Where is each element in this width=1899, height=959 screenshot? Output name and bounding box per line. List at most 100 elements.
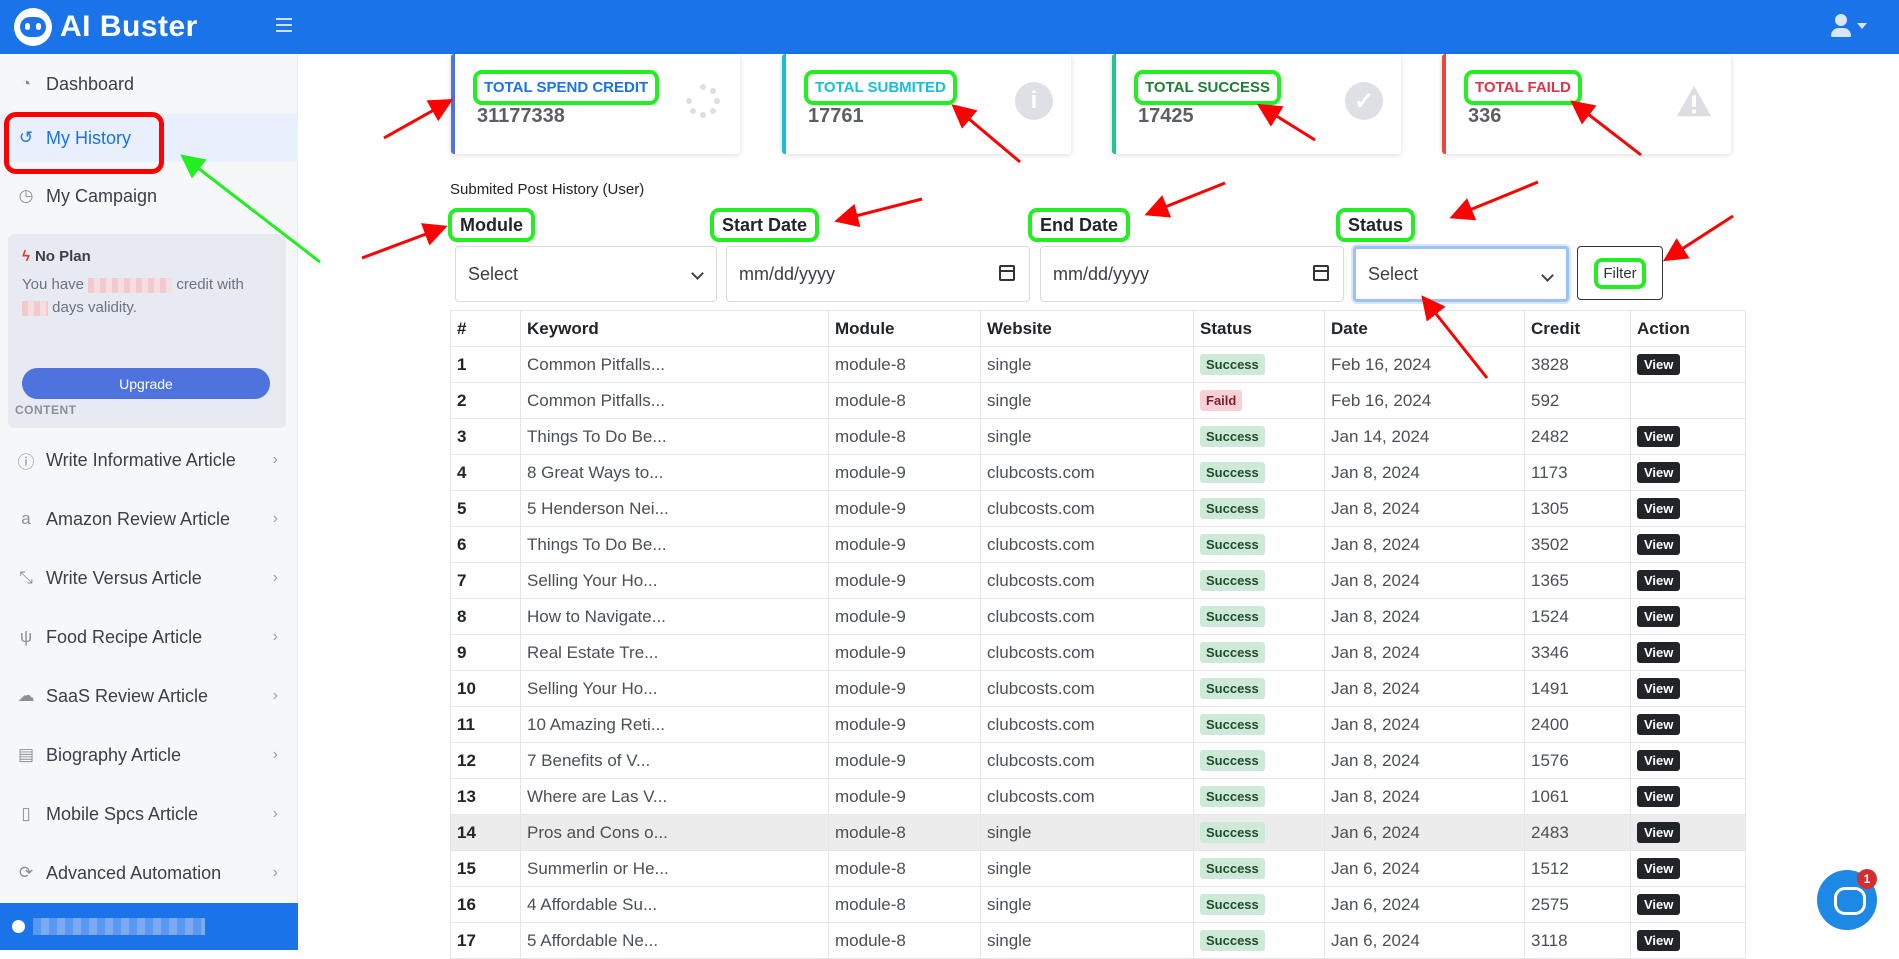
keyword-cell: 7 Benefits of V... — [520, 742, 829, 779]
status-badge: Success — [1200, 750, 1265, 771]
mobile-icon: ▯ — [21, 804, 31, 823]
module-cell: module-9 — [828, 634, 981, 671]
view-button[interactable]: View — [1637, 642, 1681, 663]
dashboard-icon: ◔ — [20, 74, 32, 93]
website-cell: single — [980, 346, 1194, 383]
check-circle-icon: ✓ — [1345, 82, 1383, 120]
credit-cell: 1512 — [1524, 850, 1631, 887]
filter-label-end-date: End Date — [1028, 208, 1131, 242]
credit-cell: 3346 — [1524, 634, 1631, 671]
view-button[interactable]: View — [1637, 606, 1681, 627]
column-header: Module — [828, 310, 981, 347]
module-select[interactable]: Select — [455, 246, 717, 302]
view-button[interactable]: View — [1637, 570, 1681, 591]
sidebar-footer-user[interactable] — [0, 903, 298, 950]
start-date-input[interactable]: mm/dd/yyyy — [726, 246, 1030, 302]
table-row: 17 5 Affordable Ne... module-8 single Succes… — [450, 922, 1746, 959]
stat-card-total-faild: TOTAL FAILD 336 — [1442, 54, 1731, 154]
robot-logo-icon — [14, 8, 52, 46]
website-cell: single — [980, 850, 1194, 887]
table-row: 48 Great Ways to... module-9 clubcosts.com… — [450, 454, 1746, 491]
view-button[interactable]: View — [1637, 678, 1681, 699]
filter-button[interactable]: Filter — [1577, 246, 1663, 300]
table-row: 14 Pros and Cons o... module-8 single Succes… — [450, 814, 1746, 851]
module-cell: module-8 — [828, 418, 981, 455]
status-cell: Success — [1193, 454, 1325, 491]
chevron-right-icon: › — [272, 746, 278, 763]
view-button[interactable]: View — [1637, 534, 1681, 555]
table-row: 55 Henderson Nei... module-9 clubcosts.com… — [450, 490, 1746, 527]
keyword-cell: 5 Affordable Ne... — [520, 922, 829, 959]
hamburger-menu-icon[interactable] — [276, 18, 292, 32]
spinner-icon — [684, 82, 722, 120]
website-cell: single — [980, 886, 1194, 923]
status-cell: Success — [1193, 742, 1325, 779]
status-badge: Success — [1200, 498, 1265, 519]
filter-label-module: Module — [448, 208, 535, 242]
sidebar-item-biography[interactable]: ▤ Biography Article › — [0, 731, 298, 779]
status-badge: Success — [1200, 354, 1265, 375]
view-button[interactable]: View — [1637, 822, 1681, 843]
sidebar-item-dashboard[interactable]: ◔ Dashboard — [0, 60, 298, 108]
view-button[interactable]: View — [1637, 714, 1681, 735]
credit-cell: 3828 — [1524, 346, 1631, 383]
view-button[interactable]: View — [1637, 354, 1681, 375]
user-icon — [1831, 14, 1851, 37]
sidebar-item-food-recipe[interactable]: ψ Food Recipe Article › — [0, 613, 298, 661]
status-cell: Success — [1193, 922, 1325, 959]
keyword-cell: Where are Las V... — [520, 778, 829, 815]
row-number: 7 — [450, 562, 521, 599]
keyword-cell: Common Pitfalls... — [520, 382, 829, 419]
action-cell: View — [1630, 850, 1746, 887]
status-cell: Success — [1193, 418, 1325, 455]
chevron-right-icon: › — [272, 805, 278, 822]
status-badge: Faild — [1200, 390, 1243, 411]
row-number: 5 — [450, 490, 521, 527]
status-cell: Faild — [1193, 382, 1325, 419]
date-cell: Jan 8, 2024 — [1324, 526, 1525, 563]
view-button[interactable]: View — [1637, 858, 1681, 879]
credit-cell: 2482 — [1524, 418, 1631, 455]
sidebar-item-mobile-spcs[interactable]: ▯ Mobile Spcs Article › — [0, 790, 298, 838]
website-cell: single — [980, 814, 1194, 851]
end-date-input[interactable]: mm/dd/yyyy — [1040, 246, 1344, 302]
upgrade-button[interactable]: Upgrade — [22, 368, 270, 399]
date-cell: Jan 6, 2024 — [1324, 886, 1525, 923]
sidebar-item-write-versus[interactable]: ⤡ Write Versus Article › — [0, 554, 298, 602]
row-number: 6 — [450, 526, 521, 563]
stat-card-total-spend-credit: TOTAL SPEND CREDIT 31177338 — [451, 54, 740, 154]
column-header: Credit — [1524, 310, 1631, 347]
column-header: Date — [1324, 310, 1525, 347]
view-button[interactable]: View — [1637, 894, 1681, 915]
table-row: 15 Summerlin or He... module-8 single Succes… — [450, 850, 1746, 887]
module-cell: module-8 — [828, 886, 981, 923]
sidebar-item-write-informative[interactable]: ⓘ Write Informative Article › — [0, 436, 298, 484]
stat-card-total-success: TOTAL SUCCESS 17425 ✓ — [1112, 54, 1401, 154]
sidebar-item-advanced-automation[interactable]: ⟳ Advanced Automation › — [0, 849, 298, 897]
sidebar-item-saas-review[interactable]: ☁ SaaS Review Article › — [0, 672, 298, 720]
status-select[interactable]: Select — [1353, 246, 1569, 302]
calendar-icon[interactable] — [1313, 265, 1329, 281]
brand-logo[interactable]: AI Buster — [14, 8, 198, 46]
status-badge: Success — [1200, 894, 1265, 915]
view-button[interactable]: View — [1637, 750, 1681, 771]
stat-card-total-submited: TOTAL SUBMITED 17761 i — [782, 54, 1071, 154]
date-cell: Jan 6, 2024 — [1324, 814, 1525, 851]
user-menu-button[interactable] — [1831, 14, 1867, 37]
sidebar-item-my-campaign[interactable]: ◷ My Campaign — [0, 172, 298, 220]
view-button[interactable]: View — [1637, 498, 1681, 519]
view-button[interactable]: View — [1637, 426, 1681, 447]
plan-text: You have credit with days validity. — [22, 276, 244, 316]
view-button[interactable]: View — [1637, 462, 1681, 483]
action-cell: View — [1630, 778, 1746, 815]
view-button[interactable]: View — [1637, 930, 1681, 951]
credit-cell: 1365 — [1524, 562, 1631, 599]
view-button[interactable]: View — [1637, 786, 1681, 807]
sidebar-item-amazon-review[interactable]: a Amazon Review Article › — [0, 495, 298, 543]
module-cell: module-9 — [828, 562, 981, 599]
keyword-cell: Things To Do Be... — [520, 418, 829, 455]
calendar-icon[interactable] — [999, 265, 1015, 281]
row-number: 13 — [450, 778, 521, 815]
row-number: 12 — [450, 742, 521, 779]
module-cell: module-9 — [828, 490, 981, 527]
